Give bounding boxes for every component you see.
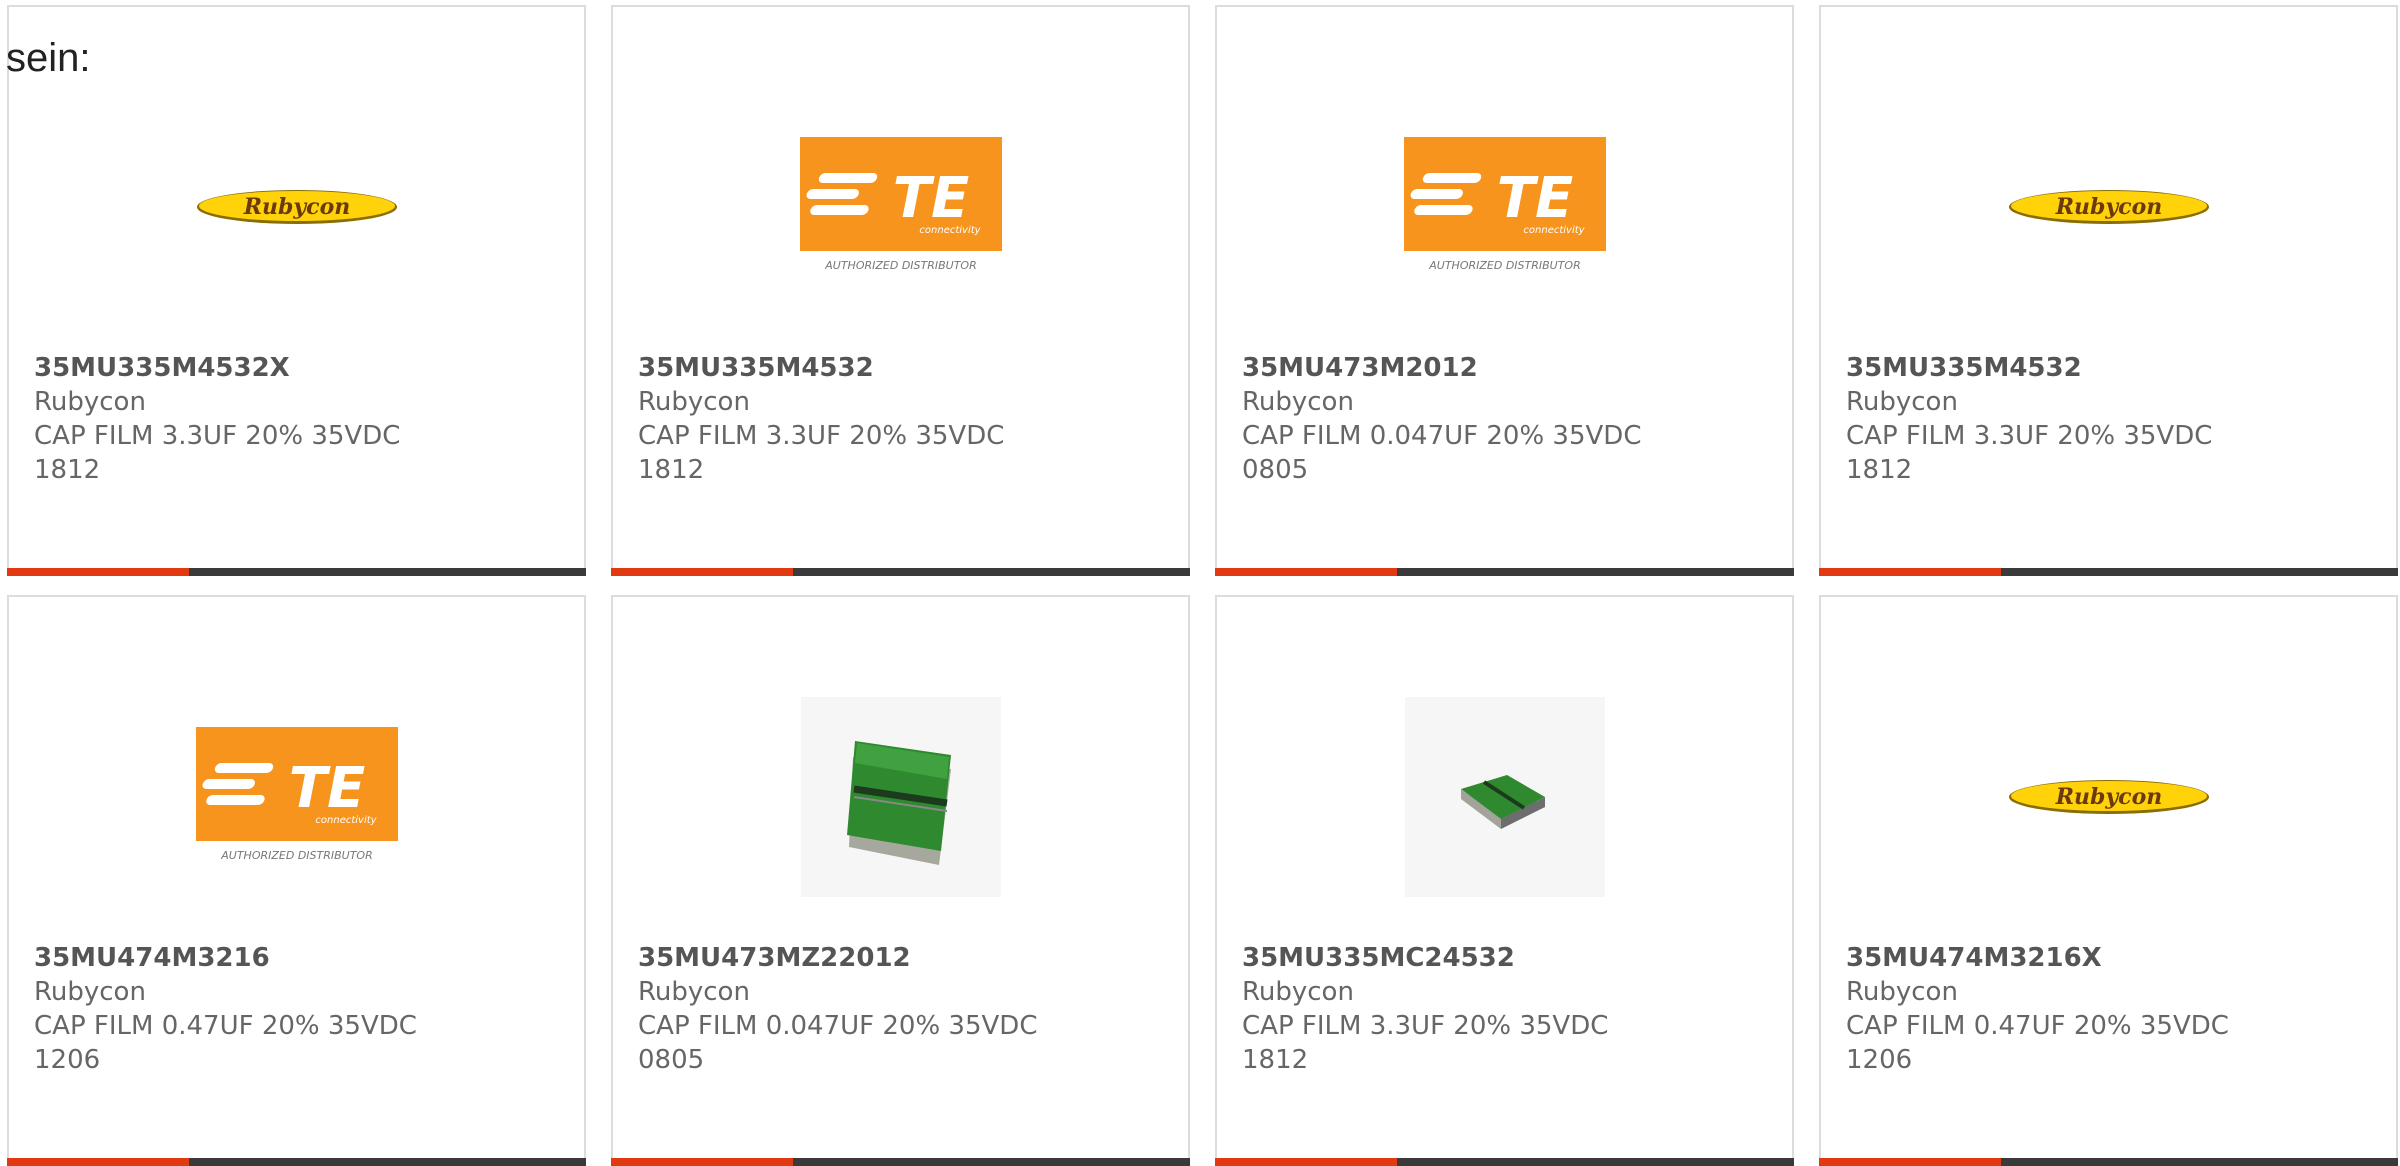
svg-text:AUTHORIZED DISTRIBUTOR: AUTHORIZED DISTRIBUTOR (220, 849, 373, 862)
part-number[interactable]: 35MU335M4532 (638, 351, 1158, 385)
product-image[interactable] (1404, 696, 1606, 898)
te-connectivity-logo: TEconnectivity AUTHORIZED DISTRIBUTOR (195, 727, 398, 862)
product-image[interactable]: TE connectivity AUTHORIZED DISTRIBUTOR (1403, 106, 1606, 308)
rubycon-logo-text: Rubycon (2054, 784, 2162, 810)
package-size: 1206 (34, 1045, 101, 1075)
package-size: 1812 (1846, 455, 1913, 485)
product-info: 35MU474M3216 Rubycon CAP FILM 0.47UF 20% 3… (34, 941, 554, 1077)
package-size: 1206 (1846, 1045, 1913, 1075)
product-info: 35MU473MZ22012 Rubycon CAP FILM 0.047UF 20… (638, 941, 1158, 1077)
card-bottom-bar (1819, 568, 2398, 576)
card-bottom-bar (1215, 1158, 1794, 1166)
product-info: 35MU473M2012 Rubycon CAP FILM 0.047UF 20% … (1242, 351, 1762, 487)
card-accent-bar (1215, 568, 1397, 576)
card-accent-bar (611, 568, 793, 576)
product-card[interactable]: TE connectivity AUTHORIZED DISTRIBUTOR 35MU… (7, 595, 586, 1166)
manufacturer-name: Rubycon (1242, 977, 1354, 1007)
card-bottom-bar (611, 1158, 1190, 1166)
product-card[interactable]: Rubycon 35MU474M3216X Rubycon CAP FILM 0.47… (1819, 595, 2398, 1166)
product-info: 35MU335M4532X Rubycon CAP FILM 3.3UF 20% 3… (34, 351, 554, 487)
product-image[interactable]: Rubycon (2008, 696, 2210, 898)
product-card[interactable]: TE connectivity AUTHORIZED DISTRIBUTOR 35MU… (1215, 5, 1794, 576)
film-capacitor-large-image (800, 697, 1001, 897)
manufacturer-name: Rubycon (1242, 387, 1354, 417)
product-description: CAP FILM 3.3UF 20% 35VDC (1242, 1011, 1609, 1041)
te-connectivity-logo: TEconnectivity AUTHORIZED DISTRIBUTOR (799, 137, 1002, 272)
card-bottom-bar (1215, 568, 1794, 576)
product-image[interactable] (800, 696, 1002, 898)
product-card[interactable]: 35MU335MC24532 Rubycon CAP FILM 3.3UF 20% … (1215, 595, 1794, 1166)
rubycon-logo-text: Rubycon (2054, 194, 2162, 220)
card-accent-bar (1819, 568, 2001, 576)
rubycon-logo-text: Rubycon (242, 194, 350, 220)
svg-text:AUTHORIZED DISTRIBUTOR: AUTHORIZED DISTRIBUTOR (824, 259, 977, 272)
svg-text:TE: TE (892, 166, 968, 231)
svg-text:connectivity: connectivity (1523, 225, 1585, 236)
package-size: 1812 (638, 455, 705, 485)
product-description: CAP FILM 3.3UF 20% 35VDC (34, 421, 401, 451)
card-accent-bar (611, 1158, 793, 1166)
manufacturer-name: Rubycon (638, 387, 750, 417)
card-bottom-bar (7, 1158, 586, 1166)
product-info: 35MU335MC24532 Rubycon CAP FILM 3.3UF 20% … (1242, 941, 1762, 1077)
card-accent-bar (7, 1158, 189, 1166)
card-accent-bar (1819, 1158, 2001, 1166)
te-connectivity-logo: TEconnectivity AUTHORIZED DISTRIBUTOR (1403, 137, 1606, 272)
card-accent-bar (1215, 1158, 1397, 1166)
product-card[interactable]: TE connectivity AUTHORIZED DISTRIBUTOR 35MU… (611, 5, 1190, 576)
product-card[interactable]: 35MU473MZ22012 Rubycon CAP FILM 0.047UF 20… (611, 595, 1190, 1166)
part-number[interactable]: 35MU474M3216 (34, 941, 554, 975)
product-description: CAP FILM 0.047UF 20% 35VDC (1242, 421, 1642, 451)
product-info: 35MU335M4532 Rubycon CAP FILM 3.3UF 20% 35… (638, 351, 1158, 487)
rubycon-logo: Rubycon (2008, 780, 2209, 814)
svg-text:AUTHORIZED DISTRIBUTOR: AUTHORIZED DISTRIBUTOR (1428, 259, 1581, 272)
package-size: 0805 (638, 1045, 705, 1075)
product-image[interactable]: TE connectivity AUTHORIZED DISTRIBUTOR (799, 106, 1002, 308)
part-number[interactable]: 35MU473M2012 (1242, 351, 1762, 385)
product-card[interactable]: Rubycon 35MU335M4532X Rubycon CAP FILM 3.3U… (7, 5, 586, 576)
svg-text:TE: TE (288, 756, 364, 821)
package-size: 0805 (1242, 455, 1309, 485)
product-card[interactable]: Rubycon 35MU335M4532 Rubycon CAP FILM 3.3UF… (1819, 5, 2398, 576)
product-description: CAP FILM 3.3UF 20% 35VDC (638, 421, 1005, 451)
package-size: 1812 (34, 455, 101, 485)
svg-text:connectivity: connectivity (919, 225, 981, 236)
manufacturer-name: Rubycon (34, 387, 146, 417)
product-info: 35MU335M4532 Rubycon CAP FILM 3.3UF 20% 35… (1846, 351, 2366, 487)
film-capacitor-small-image (1404, 697, 1605, 897)
product-image[interactable]: Rubycon (2008, 106, 2210, 308)
card-bottom-bar (1819, 1158, 2398, 1166)
product-info: 35MU474M3216X Rubycon CAP FILM 0.47UF 20% … (1846, 941, 2366, 1077)
product-image[interactable]: TE connectivity AUTHORIZED DISTRIBUTOR (195, 696, 398, 898)
part-number[interactable]: 35MU473MZ22012 (638, 941, 1158, 975)
card-accent-bar (7, 568, 189, 576)
product-description: CAP FILM 3.3UF 20% 35VDC (1846, 421, 2213, 451)
manufacturer-name: Rubycon (1846, 387, 1958, 417)
part-number[interactable]: 35MU335M4532 (1846, 351, 2366, 385)
part-number[interactable]: 35MU474M3216X (1846, 941, 2366, 975)
intro-text: sein: (6, 36, 91, 80)
product-grid: Rubycon 35MU335M4532X Rubycon CAP FILM 3.3U… (7, 5, 2400, 1166)
product-description: CAP FILM 0.047UF 20% 35VDC (638, 1011, 1038, 1041)
product-description: CAP FILM 0.47UF 20% 35VDC (1846, 1011, 2229, 1041)
part-number[interactable]: 35MU335MC24532 (1242, 941, 1762, 975)
manufacturer-name: Rubycon (1846, 977, 1958, 1007)
rubycon-logo: Rubycon (196, 190, 397, 224)
package-size: 1812 (1242, 1045, 1309, 1075)
product-description: CAP FILM 0.47UF 20% 35VDC (34, 1011, 417, 1041)
svg-text:connectivity: connectivity (315, 815, 377, 826)
svg-text:TE: TE (1496, 166, 1572, 231)
product-image[interactable]: Rubycon (196, 106, 398, 308)
part-number[interactable]: 35MU335M4532X (34, 351, 554, 385)
rubycon-logo: Rubycon (2008, 190, 2209, 224)
manufacturer-name: Rubycon (638, 977, 750, 1007)
manufacturer-name: Rubycon (34, 977, 146, 1007)
card-bottom-bar (611, 568, 1190, 576)
card-bottom-bar (7, 568, 586, 576)
